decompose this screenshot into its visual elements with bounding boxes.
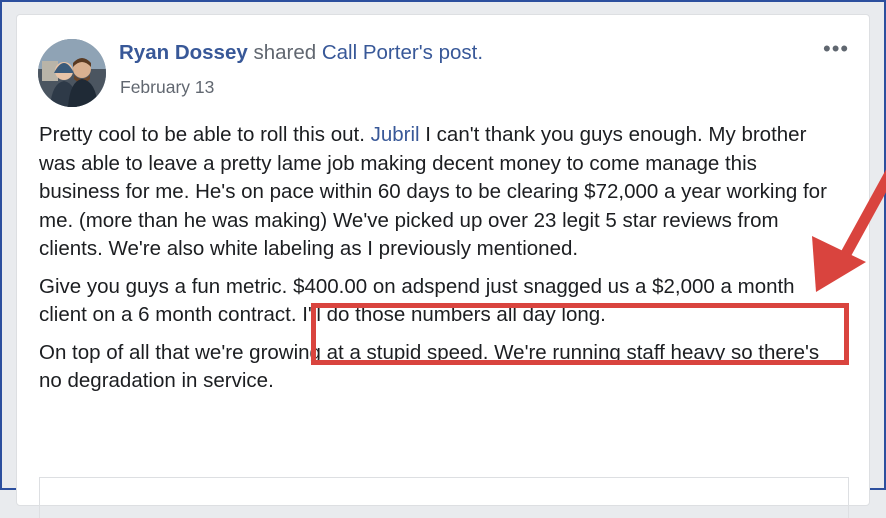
shared-post-preview[interactable] — [39, 477, 849, 518]
paragraph-1: Pretty cool to be able to roll this out.… — [39, 121, 839, 264]
avatar-photo — [38, 39, 106, 107]
mention-link[interactable]: Jubril — [371, 123, 420, 146]
highlight-box — [311, 303, 849, 365]
post-header: Ryan Dossey shared Call Porter's post. — [119, 41, 483, 65]
post-link[interactable]: post — [433, 41, 478, 64]
ellipsis-icon: ••• — [823, 36, 850, 61]
shared-text: shared — [247, 41, 322, 64]
author-link[interactable]: Ryan Dossey — [119, 41, 248, 64]
more-options-button[interactable]: ••• — [823, 36, 849, 62]
p1-start-text: Pretty cool to be able to roll this out. — [39, 123, 371, 146]
period-text: . — [477, 41, 484, 64]
post-timestamp[interactable]: February 13 — [120, 77, 214, 98]
post-card: Ryan Dossey shared Call Porter's post. F… — [16, 14, 870, 518]
possessive-text: 's — [418, 41, 433, 64]
post-link-label: post — [438, 41, 478, 64]
avatar[interactable] — [38, 39, 106, 107]
page-link[interactable]: Call Porter — [322, 41, 419, 64]
